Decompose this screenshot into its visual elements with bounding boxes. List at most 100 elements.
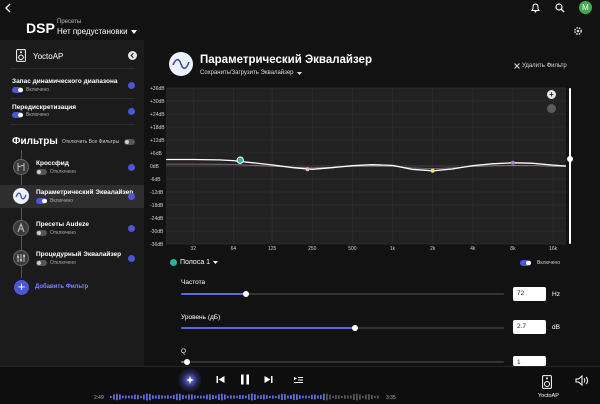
avatar[interactable]: M: [579, 1, 592, 14]
waveform-bar: [167, 395, 169, 399]
open-filter-button[interactable]: [128, 225, 135, 232]
sparkle-icon[interactable]: [186, 376, 194, 384]
speaker-device-icon[interactable]: [542, 375, 552, 389]
waveform-bar: [362, 396, 364, 399]
frequency-slider-fill: [181, 293, 246, 295]
chart-x-tick-label: 500: [348, 246, 357, 252]
chart-y-tick-label: -30dB: [150, 229, 164, 235]
frequency-input[interactable]: 72: [513, 287, 546, 301]
chart-x-tick-label: 16k: [549, 246, 558, 252]
waveform-bar: [281, 393, 283, 400]
back-icon[interactable]: [4, 3, 12, 13]
pause-icon[interactable]: [240, 374, 250, 385]
filter-toggle[interactable]: [36, 198, 47, 204]
waveform-bar: [227, 395, 229, 399]
chevron-down-icon: [213, 261, 219, 264]
chart-y-tick-label: -18dB: [150, 203, 164, 209]
chart-y-tick-label: -12dB: [150, 190, 164, 196]
zoom-in-button[interactable]: +: [547, 90, 556, 99]
bell-icon[interactable]: [531, 3, 540, 13]
waveform-bar: [284, 394, 286, 400]
vertical-slider-knob[interactable]: [567, 156, 573, 162]
waveform-bar: [302, 395, 304, 399]
waveform-bar: [230, 395, 232, 399]
zoom-out-button[interactable]: [547, 104, 556, 113]
total-time: 3:35: [386, 395, 396, 401]
chart-x-tick-label: 125: [268, 246, 277, 252]
filter-name: Пресеты Audeze: [36, 221, 89, 228]
save-load-eq-button[interactable]: Сохранить/Загрузить Эквалайзер: [200, 70, 302, 76]
waveform-bar: [221, 393, 223, 401]
waveform-bar: [122, 395, 124, 399]
dynamic-range-toggle[interactable]: [12, 87, 23, 93]
chevron-down-icon: [130, 29, 137, 34]
volume-icon[interactable]: [575, 375, 589, 386]
chevron-down-icon: [296, 71, 302, 75]
preset-selector[interactable]: Нет предустановки: [57, 27, 137, 36]
frequency-slider-knob[interactable]: [242, 291, 249, 297]
filter-state: Отключено: [50, 169, 76, 175]
delete-filter-button[interactable]: Удалить Фильтр: [514, 63, 567, 69]
waveform-bar: [185, 395, 187, 399]
disable-all-label: Отключить Все Фильтры: [62, 139, 120, 145]
add-filter-label[interactable]: Добавить Фильтр: [35, 284, 88, 290]
open-filter-button[interactable]: [128, 193, 135, 200]
next-icon[interactable]: [264, 375, 273, 384]
gain-input[interactable]: 2.7: [513, 320, 546, 334]
open-filter-button[interactable]: [128, 255, 135, 262]
elapsed-time: 2:49: [94, 395, 104, 401]
filter-toggle[interactable]: [36, 169, 47, 175]
audeze-logo-icon: [13, 220, 29, 236]
chart-x-tick-label: 1k: [390, 246, 396, 252]
waveform-bar: [269, 395, 271, 399]
setting-state: Включено: [26, 112, 50, 118]
search-icon[interactable]: [555, 3, 565, 13]
queue-icon[interactable]: [294, 376, 303, 384]
waveform-bar: [320, 395, 322, 399]
playback-progress[interactable]: [110, 392, 380, 402]
waveform-bar: [113, 394, 115, 400]
band-enabled-toggle[interactable]: [520, 260, 531, 266]
filter-toggle[interactable]: [36, 260, 47, 266]
waveform-bar: [254, 394, 256, 400]
filter-name: Процедурный Эквалайзер: [36, 251, 122, 258]
setting-label: Запас динамического диапазона: [12, 78, 118, 85]
band-selector[interactable]: Полоса 1: [180, 259, 219, 266]
frequency-slider[interactable]: [181, 291, 504, 297]
waveform-bar: [218, 394, 220, 400]
waveform-bar: [200, 395, 202, 399]
open-setting-button[interactable]: [128, 108, 135, 115]
open-filter-button[interactable]: [128, 164, 135, 171]
band-handle[interactable]: [305, 167, 310, 172]
filter-item-procedural-eq[interactable]: Процедурный Эквалайзер Отключено: [0, 247, 144, 270]
band-handle[interactable]: [236, 156, 244, 164]
gain-slider-knob[interactable]: [352, 325, 359, 331]
gain-slider[interactable]: [181, 325, 504, 331]
open-setting-button[interactable]: [128, 82, 135, 89]
filter-item-audeze-presets[interactable]: Пресеты Audeze Отключено: [0, 217, 144, 240]
waveform-bar: [314, 394, 316, 400]
disable-all-toggle[interactable]: [124, 139, 135, 145]
waveform-bar: [125, 395, 127, 399]
waveform-bar: [278, 394, 280, 400]
waveform-bar: [176, 393, 178, 401]
q-slider[interactable]: [181, 359, 504, 365]
waveform-bar: [188, 394, 190, 400]
resampling-toggle[interactable]: [12, 112, 23, 118]
waveform-bar: [203, 395, 205, 399]
band-handle[interactable]: [430, 168, 435, 173]
chart-y-tick-label: +30dB: [150, 99, 165, 105]
vertical-slider-track[interactable]: [569, 88, 571, 244]
previous-icon[interactable]: [216, 375, 225, 384]
filter-item-crossfeed[interactable]: Кроссфид Отключено: [0, 156, 144, 179]
add-filter-button[interactable]: +: [14, 280, 29, 295]
q-input[interactable]: 1: [513, 356, 546, 366]
filter-toggle[interactable]: [36, 230, 47, 236]
band-handle[interactable]: [510, 160, 515, 165]
waveform-bar: [347, 395, 349, 399]
q-slider-knob[interactable]: [184, 359, 191, 365]
filter-item-parametric-eq[interactable]: Параметрический Эквалайзер Включено: [0, 185, 144, 208]
collapse-sidebar-button[interactable]: [128, 51, 137, 60]
gear-icon[interactable]: [573, 26, 583, 36]
waveform-bar: [332, 395, 334, 399]
